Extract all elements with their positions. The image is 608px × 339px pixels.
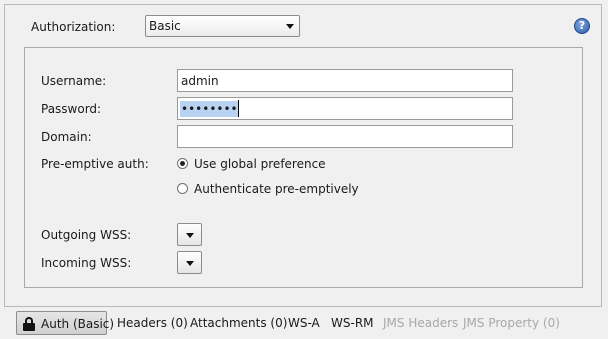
domain-field[interactable] <box>177 125 513 148</box>
chevron-down-icon <box>186 261 194 266</box>
preemptive-auth-label: Pre-emptive auth: <box>41 157 149 171</box>
authorization-label: Authorization: <box>31 20 116 34</box>
authorization-select[interactable]: Basic <box>145 15 300 37</box>
radio-label-use-global-preference[interactable]: Use global preference <box>194 156 326 172</box>
bottom-tab-bar: Auth (Basic) Headers (0) Attachments (0)… <box>0 311 608 335</box>
password-label: Password: <box>41 102 102 116</box>
tab-jms-headers: JMS Headers <box>383 316 459 330</box>
radio-authenticate-preemptively[interactable] <box>177 183 188 194</box>
authorization-selected-value: Basic <box>149 19 181 33</box>
password-field[interactable]: •••••••• <box>177 97 513 120</box>
username-value: admin <box>181 74 219 88</box>
tab-ws-rm[interactable]: WS-RM <box>331 311 374 335</box>
tab-attachments[interactable]: Attachments (0) <box>190 311 287 335</box>
tab-headers[interactable]: Headers (0) <box>117 311 188 335</box>
incoming-wss-label: Incoming WSS: <box>41 256 132 270</box>
password-value: •••••••• <box>180 101 239 117</box>
tab-auth-label: Auth (Basic) <box>41 317 115 331</box>
incoming-wss-select[interactable] <box>177 251 202 274</box>
outgoing-wss-label: Outgoing WSS: <box>41 228 132 242</box>
username-label: Username: <box>41 74 107 88</box>
domain-label: Domain: <box>41 130 92 144</box>
outgoing-wss-select[interactable] <box>177 223 202 246</box>
text-caret <box>238 100 239 117</box>
tab-auth[interactable]: Auth (Basic) <box>16 311 114 335</box>
tab-jms-property: JMS Property (0) <box>463 316 560 330</box>
tab-ws-a[interactable]: WS-A <box>288 311 320 335</box>
chevron-down-icon <box>286 24 294 29</box>
chevron-down-icon <box>186 233 194 238</box>
lock-icon <box>23 317 35 331</box>
radio-label-authenticate-preemptively[interactable]: Authenticate pre-emptively <box>194 181 359 197</box>
radio-use-global-preference[interactable] <box>177 158 188 169</box>
username-field[interactable]: admin <box>177 69 513 92</box>
help-icon[interactable]: ? <box>574 18 590 34</box>
